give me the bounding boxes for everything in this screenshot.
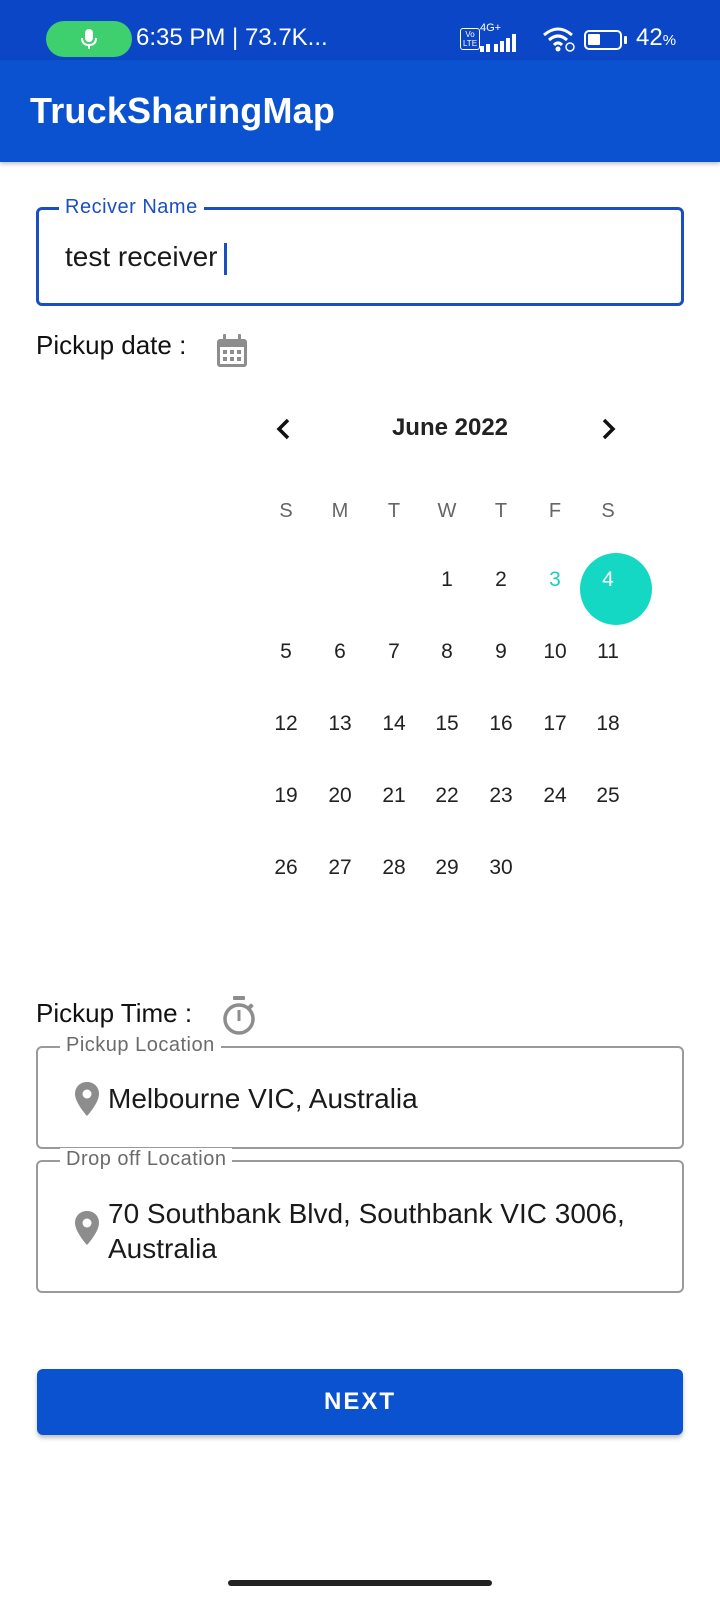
calendar-day[interactable]: 28 xyxy=(374,856,414,880)
app-title: TruckSharingMap xyxy=(30,90,336,131)
calendar-day[interactable]: 9 xyxy=(481,640,521,664)
calendar-day[interactable]: 29 xyxy=(427,856,467,880)
dropoff-location-line2: Australia xyxy=(108,1233,217,1264)
calendar-day[interactable]: 8 xyxy=(427,640,467,664)
weekday-label: S xyxy=(279,500,293,522)
calendar-month-label: June 2022 xyxy=(391,414,509,441)
pickup-location-field[interactable]: Pickup Location Melbourne VIC, Australia xyxy=(36,1034,684,1149)
battery-level: 42% xyxy=(636,24,677,51)
calendar-day[interactable]: 4 xyxy=(588,568,628,592)
calendar-day[interactable]: 17 xyxy=(535,712,575,736)
calendar-day[interactable]: 30 xyxy=(481,856,521,880)
pickup-location-value[interactable]: Melbourne VIC, Australia xyxy=(108,1083,418,1115)
timer-icon[interactable] xyxy=(221,995,257,1037)
dropoff-location-field[interactable]: Drop off Location 70 Southbank Blvd, Sou… xyxy=(36,1148,684,1293)
calendar-day[interactable]: 13 xyxy=(320,712,360,736)
calendar-day[interactable]: 10 xyxy=(535,640,575,664)
calendar-day[interactable]: 14 xyxy=(374,712,414,736)
calendar-day[interactable]: 19 xyxy=(266,784,306,808)
calendar-icon[interactable] xyxy=(215,333,249,369)
dropoff-location-label: Drop off Location xyxy=(60,1148,233,1171)
signal-icon xyxy=(480,34,516,52)
wifi-icon xyxy=(543,27,575,52)
calendar-day[interactable]: 5 xyxy=(266,640,306,664)
calendar-day[interactable]: 2 xyxy=(481,568,521,592)
calendar-header: June 2022 xyxy=(265,410,635,450)
calendar-day[interactable]: 12 xyxy=(266,712,306,736)
weekday-label: M xyxy=(331,500,349,522)
dropoff-location-value[interactable]: 70 Southbank Blvd, Southbank VIC 3006, A… xyxy=(108,1196,625,1266)
calendar-day[interactable]: 18 xyxy=(588,712,628,736)
app-bar: TruckSharingMap xyxy=(0,60,720,162)
battery-icon xyxy=(584,30,627,50)
calendar-day[interactable]: 7 xyxy=(374,640,414,664)
home-indicator[interactable] xyxy=(228,1580,492,1586)
calendar-day[interactable]: 1 xyxy=(427,568,467,592)
pickup-time-label: Pickup Time : xyxy=(36,998,193,1028)
mic-indicator[interactable] xyxy=(46,21,132,57)
calendar-day[interactable]: 6 xyxy=(320,640,360,664)
location-pin-icon xyxy=(75,1211,99,1245)
text-cursor xyxy=(223,242,227,275)
weekday-label: W xyxy=(437,500,457,522)
calendar-day[interactable]: 23 xyxy=(481,784,521,808)
weekday-label: T xyxy=(387,500,401,522)
status-bar: 6:35 PM | 73.7K... Vo LTE 4G+ 42% xyxy=(0,0,720,60)
pickup-location-label: Pickup Location xyxy=(60,1034,221,1057)
pickup-date-label: Pickup date : xyxy=(36,330,187,360)
calendar-day[interactable]: 16 xyxy=(481,712,521,736)
calendar-day[interactable]: 24 xyxy=(535,784,575,808)
status-time-speed: 6:35 PM | 73.7K... xyxy=(136,24,328,51)
calendar-day[interactable]: 20 xyxy=(320,784,360,808)
calendar-day[interactable]: 25 xyxy=(588,784,628,808)
receiver-name-field[interactable]: Reciver Name test receiver xyxy=(36,196,684,306)
receiver-name-label: Reciver Name xyxy=(59,196,204,219)
calendar-day[interactable]: 11 xyxy=(588,640,628,664)
mic-icon xyxy=(81,29,97,49)
calendar-day[interactable]: 22 xyxy=(427,784,467,808)
calendar-day[interactable]: 27 xyxy=(320,856,360,880)
network-type: 4G+ xyxy=(480,22,502,34)
calendar-day[interactable]: 15 xyxy=(427,712,467,736)
chevron-left-icon[interactable] xyxy=(267,412,301,446)
location-pin-icon xyxy=(75,1082,99,1116)
chevron-right-icon[interactable] xyxy=(591,412,625,446)
receiver-name-input[interactable]: test receiver xyxy=(65,241,227,275)
volte-icon: Vo LTE xyxy=(460,28,480,50)
weekday-label: S xyxy=(601,500,615,522)
calendar-day[interactable]: 21 xyxy=(374,784,414,808)
dropoff-location-line1: 70 Southbank Blvd, Southbank VIC 3006, xyxy=(108,1198,625,1229)
calendar-day[interactable]: 26 xyxy=(266,856,306,880)
weekday-label: F xyxy=(548,500,562,522)
next-button[interactable]: NEXT xyxy=(37,1369,683,1435)
calendar-day[interactable]: 3 xyxy=(535,568,575,592)
weekday-label: T xyxy=(494,500,508,522)
